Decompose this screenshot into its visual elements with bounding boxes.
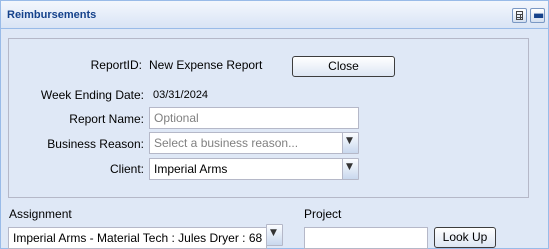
client-select[interactable]: Imperial Arms (149, 158, 343, 180)
panel-header: Reimbursements ▬ (1, 1, 548, 29)
client-value: Imperial Arms (154, 162, 228, 176)
project-input[interactable] (304, 227, 428, 249)
close-button[interactable]: Close (292, 56, 395, 77)
look-up-button[interactable]: Look Up (434, 227, 496, 248)
calculator-icon[interactable] (512, 8, 527, 23)
chevron-down-icon: ▼ (270, 228, 277, 238)
business-reason-select[interactable]: Select a business reason... (149, 132, 343, 154)
week-ending-value: 03/31/2024 (153, 89, 209, 101)
project-label: Project (304, 207, 342, 221)
report-id-value: New Expense Report (149, 58, 263, 72)
report-name-label: Report Name: (69, 112, 144, 126)
report-name-input[interactable]: Optional (149, 107, 359, 129)
panel-title: Reimbursements (7, 9, 97, 21)
chevron-down-icon: ▼ (346, 136, 353, 146)
collapse-icon[interactable]: ▬ (530, 8, 545, 23)
assignment-select[interactable]: Imperial Arms - Material Tech : Jules Dr… (8, 227, 267, 249)
client-label: Client: (109, 162, 144, 176)
assignment-dropdown-trigger[interactable]: ▼ (266, 224, 283, 246)
week-ending-label: Week Ending Date: (40, 88, 144, 102)
reimbursements-panel: Reimbursements ▬ ReportID: New Expense R… (0, 0, 549, 249)
report-name-placeholder: Optional (154, 111, 199, 125)
assignment-value: Imperial Arms - Material Tech : Jules Dr… (13, 231, 263, 245)
business-reason-dropdown-trigger[interactable]: ▼ (342, 132, 359, 154)
business-reason-label: Business Reason: (47, 137, 144, 151)
client-dropdown-trigger[interactable]: ▼ (342, 158, 359, 180)
report-id-label: ReportID: (90, 58, 142, 72)
assignment-label: Assignment (9, 207, 72, 221)
chevron-down-icon: ▼ (346, 162, 353, 172)
business-reason-placeholder: Select a business reason... (154, 136, 299, 150)
